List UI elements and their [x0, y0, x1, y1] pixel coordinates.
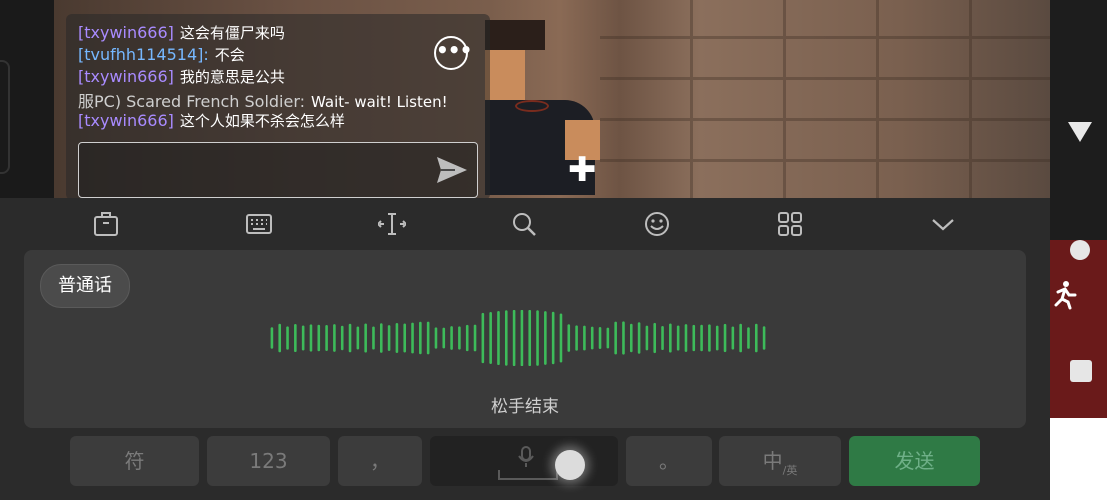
crosshair-icon: ✚ [568, 150, 597, 190]
language-switch-key[interactable]: 中/英 [719, 436, 841, 486]
chat-sender: [txywin666] [78, 67, 174, 86]
chat-message: [txywin666] 这个人如果不杀会怎么样 [78, 110, 345, 131]
chat-message: [txywin666] 我的意思是公共 [78, 66, 285, 87]
chat-sender: [txywin666] [78, 23, 174, 42]
microphone-icon [518, 446, 534, 467]
lang-switch-main: 中 [762, 449, 783, 473]
voice-waveform [270, 310, 766, 366]
grid-icon[interactable] [776, 210, 804, 238]
send-icon[interactable] [435, 155, 469, 185]
cursor-move-icon[interactable] [378, 210, 406, 238]
comma-key[interactable]: ， [338, 436, 422, 486]
chat-sender: [txywin666] [78, 111, 174, 130]
search-icon[interactable] [510, 210, 538, 238]
symbols-key[interactable]: 符 [70, 436, 199, 486]
clipboard-icon[interactable] [92, 210, 120, 238]
triangle-icon[interactable] [1068, 122, 1092, 142]
ime-keyboard: 普通话 松手结束 符 123 ， 。 中/英 发送 [0, 198, 1050, 500]
voice-space-key[interactable] [430, 436, 618, 486]
numbers-key[interactable]: 123 [207, 436, 330, 486]
lang-switch-sub: /英 [782, 464, 798, 477]
square-icon[interactable] [1070, 360, 1092, 382]
chat-input[interactable] [78, 142, 478, 198]
chat-window: [txywin666] 这会有僵尸来吗 [tvufhh114514]: 不会 [tx… [66, 14, 490, 200]
right-blank-area [1050, 418, 1107, 500]
period-key[interactable]: 。 [626, 436, 712, 486]
ime-toolbar [0, 198, 1050, 248]
voice-input-panel: 普通话 松手结束 [24, 250, 1026, 428]
chat-sender: 服PC) Scared French Soldier: [78, 92, 306, 111]
send-key[interactable]: 发送 [849, 436, 980, 486]
collapse-chevron-icon[interactable] [929, 210, 957, 238]
chat-text: 这会有僵尸来吗 [179, 24, 285, 42]
chat-text: 这个人如果不杀会怎么样 [179, 112, 345, 130]
emoji-icon[interactable] [643, 210, 671, 238]
chat-message: [tvufhh114514]: 不会 [78, 44, 245, 65]
language-button[interactable]: 普通话 [40, 264, 130, 308]
release-hint: 松手结束 [491, 397, 559, 417]
chat-text: 我的意思是公共 [179, 68, 285, 86]
voice-press-indicator[interactable] [555, 450, 585, 480]
brick-wall [600, 0, 1060, 200]
keyboard-icon[interactable] [245, 210, 273, 238]
chat-text: Wait- wait! Listen! [311, 93, 448, 111]
sprint-icon[interactable] [1048, 278, 1080, 310]
left-edge-handle[interactable] [0, 60, 10, 174]
more-horizontal-icon[interactable]: ••• [434, 36, 472, 70]
chat-message: [txywin666] 这会有僵尸来吗 [78, 22, 285, 43]
right-scene-strip [1050, 240, 1107, 420]
chat-sender: [tvufhh114514]: [78, 45, 209, 64]
chat-text: 不会 [214, 46, 245, 64]
circle-icon[interactable] [1070, 240, 1090, 260]
chat-message: 服PC) Scared French Soldier: Wait- wait! L… [78, 88, 448, 112]
space-bar-underline [498, 470, 558, 480]
